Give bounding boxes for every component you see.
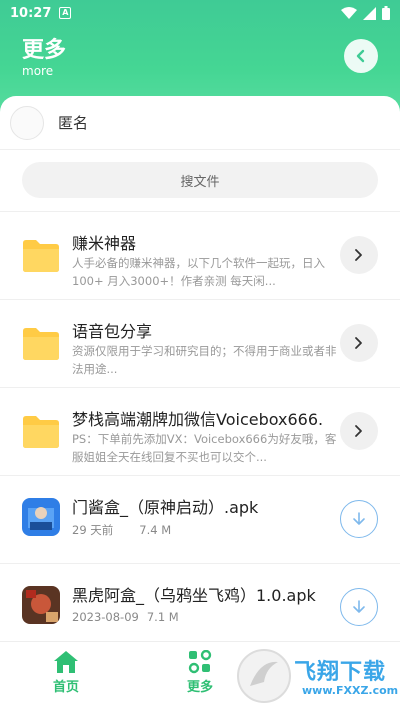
- status-bar: 10:27 A: [0, 0, 400, 26]
- tab-label: 首页: [52, 680, 79, 695]
- search-input[interactable]: 搜文件: [22, 162, 378, 198]
- file-list: 赚米神器 人手必备的赚米神器，以下几个软件一起玩，日入100+ 月入3000+！…: [0, 212, 400, 641]
- more-icon: [188, 650, 212, 674]
- list-item[interactable]: 赚米神器 人手必备的赚米神器，以下几个软件一起玩，日入100+ 月入3000+！…: [0, 212, 400, 300]
- open-folder-button[interactable]: [340, 324, 378, 362]
- item-meta: 2023-08-09 7.1 M: [72, 610, 179, 624]
- download-button[interactable]: [340, 500, 378, 538]
- battery-icon: [382, 6, 390, 20]
- folder-icon: [23, 416, 59, 448]
- search-section: 搜文件: [0, 150, 400, 212]
- item-description: 人手必备的赚米神器，以下几个软件一起玩，日入100+ 月入3000+！作者亲测 …: [72, 256, 325, 288]
- back-button[interactable]: [344, 39, 378, 73]
- open-folder-button[interactable]: [340, 236, 378, 274]
- status-time: 10:27: [10, 5, 52, 21]
- list-item[interactable]: 黑虎阿盒_（乌鸦坐飞鸡）1.0.apk 2023-08-09 7.1 M: [0, 564, 400, 641]
- item-size: 7.4 M: [139, 523, 172, 537]
- item-size: 7.1 M: [146, 610, 179, 624]
- watermark-url: www.FXXZ.com: [302, 684, 399, 697]
- app-icon: [22, 586, 60, 624]
- item-date: 2023-08-09: [72, 610, 139, 624]
- open-folder-button[interactable]: [340, 412, 378, 450]
- item-name: 梦栈高端潮牌加微信Voicebox666.: [72, 410, 324, 429]
- page-title: 更多: [22, 38, 67, 63]
- tab-more[interactable]: 更多: [160, 650, 240, 695]
- watermark-text: 飞翔下载: [294, 660, 387, 685]
- content-card: 匿名 搜文件 赚米神器 人手必备的赚米神器，以下几个软件一起玩，日入100+ 月…: [0, 96, 400, 641]
- item-description: PS：下单前先添加VX：Voicebox666为好友哦，客服姐姐全天在线回复不买…: [72, 432, 337, 464]
- download-button[interactable]: [340, 588, 378, 626]
- chevron-right-icon: [355, 249, 362, 261]
- status-icons: [341, 6, 390, 20]
- watermark-logo-icon: [237, 649, 291, 703]
- list-item[interactable]: 梦栈高端潮牌加微信Voicebox666. PS：下单前先添加VX：Voiceb…: [0, 388, 400, 476]
- item-date: 29 天前: [72, 523, 114, 537]
- list-item[interactable]: 门酱盒_（原神启动）.apk 29 天前 7.4 M: [0, 476, 400, 564]
- folder-icon: [23, 240, 59, 272]
- home-icon: [54, 651, 78, 673]
- tab-label: 更多: [186, 680, 213, 695]
- page-header: 更多 more: [0, 26, 400, 96]
- chevron-left-icon: [356, 49, 365, 63]
- item-meta: 29 天前 7.4 M: [72, 522, 171, 538]
- chevron-right-icon: [355, 425, 362, 437]
- item-name: 语音包分享: [72, 322, 153, 341]
- folder-icon: [23, 328, 59, 360]
- tab-home[interactable]: 首页: [26, 650, 106, 695]
- item-name: 门酱盒_（原神启动）.apk: [72, 498, 259, 517]
- notification-icon: A: [59, 7, 72, 19]
- download-icon: [353, 600, 365, 613]
- app-icon: [22, 498, 60, 536]
- signal-icon: [363, 6, 376, 20]
- page-subtitle: more: [22, 64, 54, 78]
- avatar[interactable]: [10, 105, 44, 140]
- list-item[interactable]: 语音包分享 资源仅限用于学习和研究目的；不得用于商业或者非法用途...: [0, 300, 400, 388]
- user-row[interactable]: 匿名: [0, 96, 400, 150]
- chevron-right-icon: [355, 337, 362, 349]
- user-name: 匿名: [58, 114, 89, 132]
- item-description: 资源仅限用于学习和研究目的；不得用于商业或者非法用途...: [72, 344, 337, 376]
- wifi-icon: [341, 6, 357, 19]
- watermark: 飞翔下载 www.FXXZ.com: [236, 648, 398, 706]
- download-icon: [353, 512, 365, 525]
- item-name: 赚米神器: [72, 234, 137, 253]
- item-name: 黑虎阿盒_（乌鸦坐飞鸡）1.0.apk: [72, 586, 316, 605]
